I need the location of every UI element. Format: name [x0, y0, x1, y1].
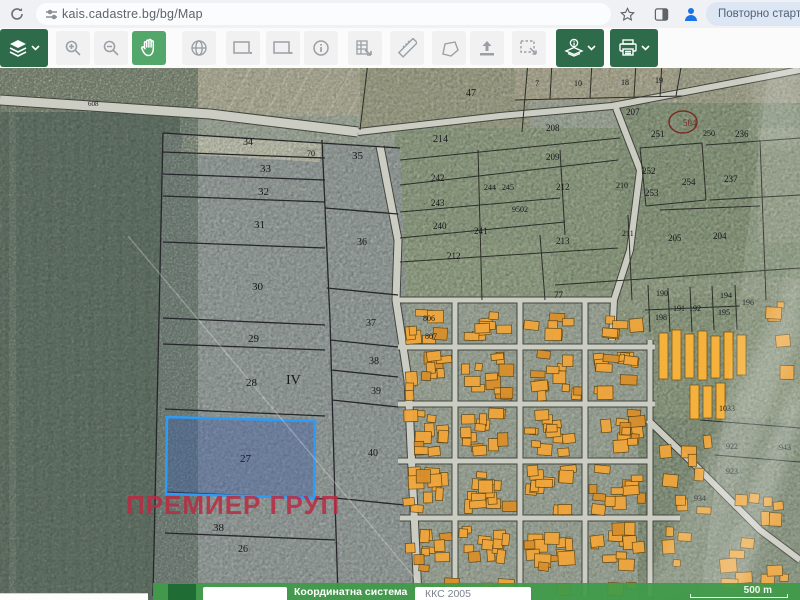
parcel-label: 212 [556, 182, 570, 192]
watermark: ПРЕМИЕР ГРУП [126, 490, 340, 521]
parcel-label: 36 [357, 237, 367, 248]
parcel-label: 7 [535, 79, 539, 88]
parcel-label: 39 [371, 386, 381, 397]
parcel-label: 34 [243, 137, 253, 148]
layers-menu-button[interactable] [0, 29, 48, 67]
draw-polygon-button[interactable] [432, 31, 466, 65]
measure-button[interactable] [390, 31, 424, 65]
upload-button[interactable] [470, 31, 504, 65]
parcel-label: 192 [689, 304, 701, 313]
reload-button[interactable] [6, 3, 28, 25]
parcel-label: 32 [258, 186, 269, 198]
coord-system-label: Координатна система [294, 586, 407, 598]
parcel-label: 195 [718, 308, 730, 317]
parcel-label: 241 [474, 226, 488, 236]
profile-icon[interactable] [680, 3, 702, 25]
corner-box [0, 593, 148, 600]
status-square [168, 584, 196, 600]
scale-line [690, 594, 788, 598]
map-toolbar [0, 28, 800, 68]
parcel-label: 33 [260, 163, 272, 175]
parcel-label: 254 [682, 177, 696, 187]
parcel-label: 191 [673, 304, 685, 313]
parcel-label: 190 [656, 289, 668, 298]
parcel-label: 211 [622, 229, 634, 238]
coord-system-value[interactable]: ККС 2005 [415, 587, 531, 600]
print-menu-button[interactable] [610, 29, 658, 67]
parcel-label: 608 [88, 100, 99, 108]
sidebar-icon[interactable] [650, 3, 672, 25]
bookmark-star-icon[interactable] [616, 3, 638, 25]
scale-bar: 500 m [660, 583, 800, 600]
parcel-label: 30 [252, 281, 264, 293]
parcel-label: 38 [369, 356, 379, 367]
coordinate-input[interactable] [203, 587, 287, 600]
parcel-label: 26 [238, 544, 248, 555]
restore-session-text: Повторно стартиране з [718, 8, 800, 20]
parcel-label: 29 [248, 333, 260, 345]
parcel-label: 77 [554, 290, 564, 300]
parcel-label: 31 [254, 219, 265, 231]
parcel-label: 9502 [512, 205, 528, 214]
url-text: kais.cadastre.bg/bg/Map [62, 7, 203, 21]
parcel-label: 250 [703, 129, 715, 138]
status-bar: Координатна система ККС 2005 500 m [153, 583, 800, 600]
zoom-rect-out-button[interactable] [266, 31, 300, 65]
parcel-label: 236 [735, 129, 749, 139]
parcel-label: 252 [642, 166, 656, 176]
address-input[interactable]: kais.cadastre.bg/bg/Map [36, 3, 611, 25]
attributes-table-button[interactable] [348, 31, 382, 65]
parcel-label: 242 [431, 173, 445, 183]
map-canvas[interactable]: 608 34 70 35 33 32 31 36 30 29 37 38 28 IV 39 27 40 38 26 4… [0, 0, 800, 600]
parcel-label: 806 [423, 314, 435, 323]
parcel-label: 209 [546, 152, 560, 162]
parcel-label: 40 [368, 448, 378, 459]
full-extent-button[interactable] [182, 31, 216, 65]
info-layers-menu-button[interactable] [556, 29, 604, 67]
parcel-label: 27 [240, 453, 252, 465]
parcel-label: 243 [431, 198, 445, 208]
parcel-label: 208 [546, 123, 560, 133]
screen: 608 34 70 35 33 32 31 36 30 29 37 38 28 IV 39 27 40 38 26 4… [0, 0, 800, 600]
parcel-label: 19 [655, 76, 663, 85]
parcel-label: 237 [724, 174, 738, 184]
parcel-label: 18 [621, 78, 629, 87]
identify-button[interactable] [304, 31, 338, 65]
parcel-label: 198 [655, 313, 667, 322]
parcel-label: 37 [366, 318, 376, 329]
parcel-label: 807 [425, 332, 437, 341]
parcel-label: 210 [616, 181, 628, 190]
parcel-label: 28 [246, 377, 258, 389]
parcel-label: 212 [447, 251, 461, 261]
restore-session-pill[interactable]: Повторно стартиране з [706, 2, 800, 26]
parcel-label: 194 [720, 291, 732, 300]
parcel-label: 504 [683, 118, 697, 128]
parcel-label: 47 [466, 88, 476, 99]
parcel-label: 38 [213, 522, 225, 534]
select-region-button[interactable] [512, 31, 546, 65]
parcel-label: 10 [574, 79, 582, 88]
parcel-label: 245 [502, 183, 514, 192]
parcel-label: IV [286, 373, 301, 388]
zoom-out-button[interactable] [94, 31, 128, 65]
parcel-label: 35 [352, 150, 364, 162]
pan-tool-button[interactable] [132, 31, 166, 65]
parcel-label: 205 [668, 233, 682, 243]
parcel-label: 251 [651, 129, 665, 139]
site-settings-icon[interactable] [40, 3, 62, 25]
parcel-label: 213 [556, 236, 570, 246]
parcel-label: 240 [433, 221, 447, 231]
parcel-label: 70 [307, 149, 315, 158]
browser-bar: kais.cadastre.bg/bg/Map Повторно стартир… [0, 0, 800, 28]
parcel-label: 204 [713, 231, 727, 241]
zoom-in-button[interactable] [56, 31, 90, 65]
parcel-label: 214 [433, 134, 448, 145]
parcel-label: 253 [645, 188, 659, 198]
parcel-label: 244 [484, 183, 496, 192]
zoom-rect-in-button[interactable] [226, 31, 260, 65]
parcel-label: 207 [626, 107, 640, 117]
